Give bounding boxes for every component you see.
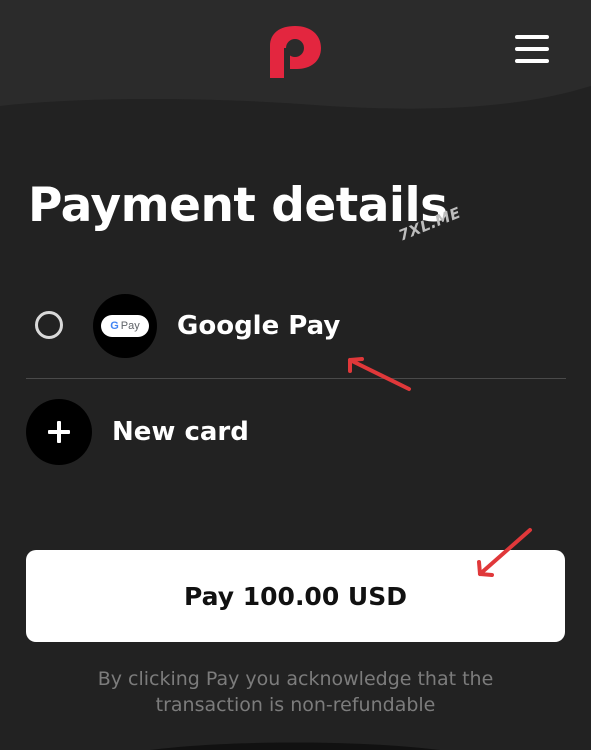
hamburger-menu-icon [515, 35, 549, 63]
menu-button[interactable] [510, 30, 554, 68]
payment-option-new-card[interactable]: New card [26, 398, 566, 468]
payment-option-google-pay[interactable]: G Pay Google Pay [26, 290, 566, 364]
plus-icon [26, 399, 92, 465]
page-title: Payment details [28, 178, 448, 233]
google-pay-label: Google Pay [177, 311, 341, 341]
pay-button[interactable]: Pay 100.00 USD [26, 550, 565, 642]
refund-disclaimer: By clicking Pay you acknowledge that the… [40, 666, 551, 718]
disclaimer-line-2: transaction is non-refundable [155, 694, 436, 716]
patreon-p-logo-icon[interactable] [266, 24, 324, 78]
google-pay-radio[interactable] [35, 311, 63, 339]
google-pay-icon: G Pay [93, 294, 157, 358]
option-divider [26, 378, 566, 379]
google-pay-badge-text: Pay [120, 320, 140, 332]
disclaimer-line-1: By clicking Pay you acknowledge that the [97, 668, 494, 690]
google-g-letter: G [110, 320, 119, 332]
new-card-label: New card [112, 417, 249, 447]
plus-glyph [48, 421, 70, 443]
bottom-curve [150, 742, 440, 750]
google-pay-badge: G Pay [101, 315, 149, 337]
